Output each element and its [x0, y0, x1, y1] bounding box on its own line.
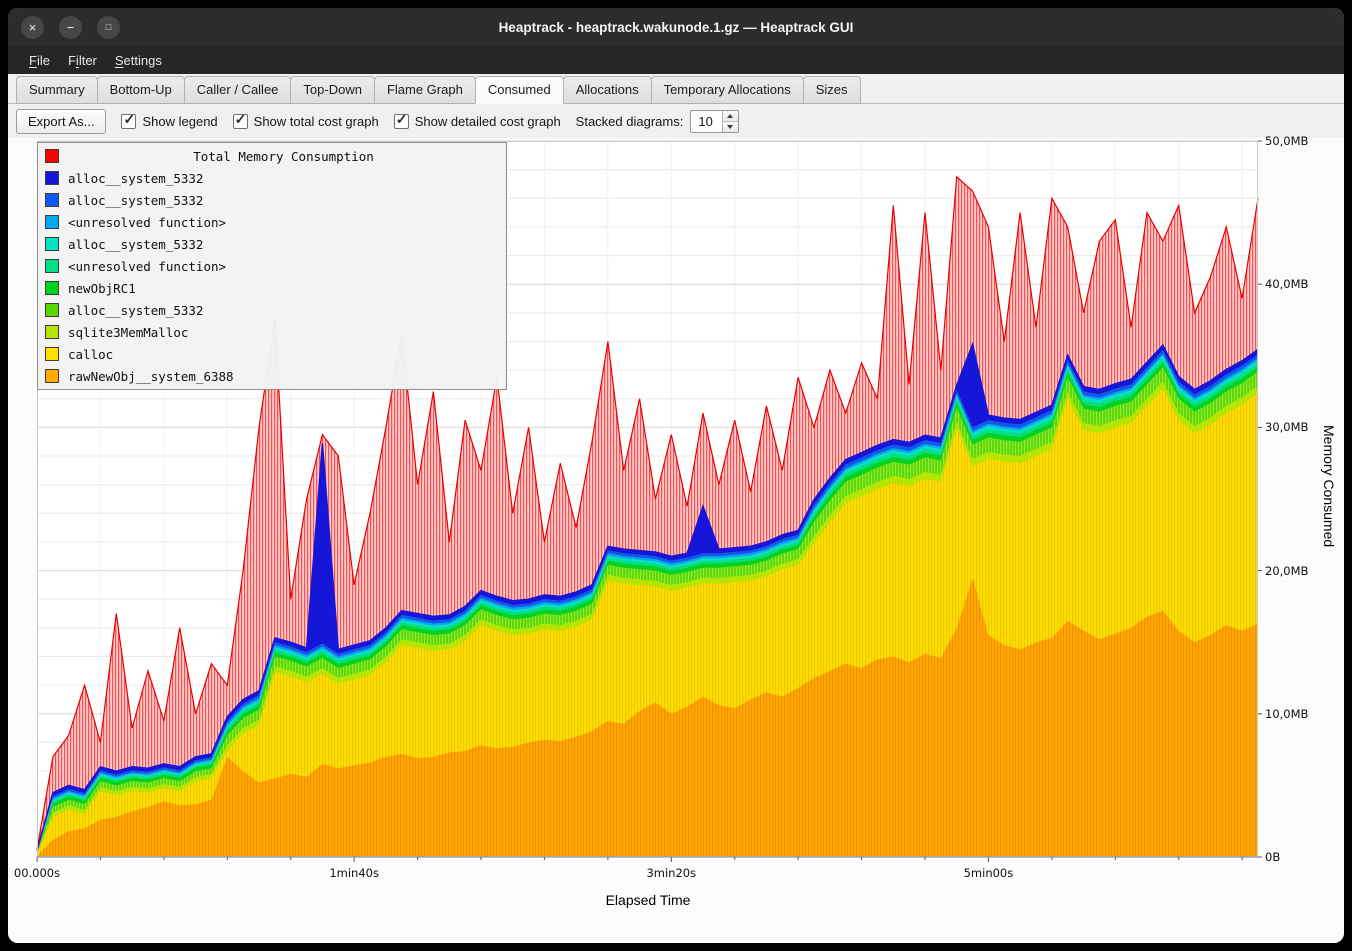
menu-settings[interactable]: Settings [106, 48, 171, 73]
tab-bottom-up[interactable]: Bottom-Up [97, 76, 185, 104]
stacked-diagrams-spinbox[interactable]: 10 [690, 110, 738, 133]
legend-label: calloc [68, 347, 113, 362]
legend-swatch [45, 171, 59, 185]
tab-sizes[interactable]: Sizes [803, 76, 861, 104]
y-tick-label: 30,0MB [1265, 420, 1308, 434]
legend-label: alloc__system_5332 [68, 303, 203, 318]
y-tick-label: 20,0MB [1265, 564, 1308, 578]
legend-label: alloc__system_5332 [68, 193, 203, 208]
legend-item: rawNewObj__system_6388 [38, 365, 506, 387]
legend-item: alloc__system_5332 [38, 189, 506, 211]
legend-swatch [45, 237, 59, 251]
x-tick-label: 1min40s [329, 866, 379, 880]
y-tick-label: 0B [1265, 850, 1280, 864]
legend-item: newObjRC1 [38, 277, 506, 299]
check-icon: ✓ [396, 111, 408, 128]
heaptrack-window: × − □ Heaptrack - heaptrack.wakunode.1.g… [8, 8, 1344, 943]
maximize-button[interactable]: □ [97, 16, 120, 39]
spinner-buttons [722, 111, 738, 132]
checkbox-label: Show total cost graph [254, 114, 379, 129]
legend-swatch [45, 325, 59, 339]
check-icon: ✓ [235, 111, 247, 128]
x-tick-label: 3min20s [646, 866, 696, 880]
checkbox-label: Show legend [142, 114, 217, 129]
legend-swatch [45, 347, 59, 361]
y-tick-label: 10,0MB [1265, 707, 1308, 721]
tab-allocations[interactable]: Allocations [563, 76, 652, 104]
minimize-icon: − [67, 21, 75, 34]
legend-label: alloc__system_5332 [68, 171, 203, 186]
tab-flame-graph[interactable]: Flame Graph [374, 76, 476, 104]
x-axis-title: Elapsed Time [606, 892, 691, 908]
stacked-diagrams-label: Stacked diagrams: [576, 114, 684, 129]
checkbox-box: ✓ [121, 114, 136, 129]
legend-label: <unresolved function> [68, 259, 226, 274]
checkbox-show-total-cost-graph[interactable]: ✓ Show total cost graph [233, 114, 379, 129]
legend-label: Total Memory Consumption [68, 149, 499, 164]
legend-title-row: Total Memory Consumption [38, 145, 506, 167]
y-tick-label: 40,0MB [1265, 277, 1308, 291]
legend-swatch [45, 303, 59, 317]
spin-up-button[interactable] [723, 111, 738, 122]
menu-file[interactable]: File [20, 48, 59, 73]
chart-legend: Total Memory Consumption alloc__system_53… [37, 142, 507, 390]
legend-item: alloc__system_5332 [38, 299, 506, 321]
checkbox-box: ✓ [394, 114, 409, 129]
tab-summary[interactable]: Summary [16, 76, 98, 104]
spin-down-button[interactable] [723, 122, 738, 132]
stacked-diagrams-value: 10 [691, 111, 721, 132]
legend-item: calloc [38, 343, 506, 365]
legend-label: newObjRC1 [68, 281, 136, 296]
legend-swatch [45, 193, 59, 207]
tab-temporary-allocations[interactable]: Temporary Allocations [651, 76, 804, 104]
legend-swatch [45, 149, 59, 163]
toolbar: Export As... ✓ Show legend ✓ Show total cos… [8, 104, 1344, 138]
legend-label: alloc__system_5332 [68, 237, 203, 252]
x-tick-label: 00.000s [14, 866, 60, 880]
legend-item: <unresolved function> [38, 211, 506, 233]
tab-bar: SummaryBottom-UpCaller / CalleeTop-DownF… [8, 74, 1344, 104]
legend-label: sqlite3MemMalloc [68, 325, 188, 340]
legend-swatch [45, 369, 59, 383]
legend-swatch [45, 259, 59, 273]
y-tick-label: 50,0MB [1265, 134, 1308, 148]
y-axis-title: Memory Consumed [1321, 425, 1337, 547]
menubar: FileFilterSettings [8, 46, 1344, 74]
up-arrow-icon [727, 114, 733, 118]
legend-item: alloc__system_5332 [38, 167, 506, 189]
checkbox-box: ✓ [233, 114, 248, 129]
tab-consumed[interactable]: Consumed [475, 76, 564, 104]
export-as-button[interactable]: Export As... [16, 109, 106, 134]
minimize-button[interactable]: − [59, 16, 82, 39]
maximize-icon: □ [106, 23, 111, 32]
close-icon: × [29, 21, 37, 34]
titlebar: × − □ Heaptrack - heaptrack.wakunode.1.g… [8, 8, 1344, 46]
legend-item: <unresolved function> [38, 255, 506, 277]
x-tick-label: 5min00s [964, 866, 1014, 880]
close-button[interactable]: × [21, 16, 44, 39]
tab-caller-callee[interactable]: Caller / Callee [184, 76, 292, 104]
checkbox-show-legend[interactable]: ✓ Show legend [121, 114, 217, 129]
legend-item: alloc__system_5332 [38, 233, 506, 255]
legend-swatch [45, 281, 59, 295]
chart-area: Total Memory Consumption alloc__system_53… [8, 138, 1344, 943]
down-arrow-icon [727, 125, 733, 129]
checkbox-show-detailed-cost-graph[interactable]: ✓ Show detailed cost graph [394, 114, 561, 129]
window-title: Heaptrack - heaptrack.wakunode.1.gz — He… [8, 20, 1344, 35]
tab-top-down[interactable]: Top-Down [290, 76, 375, 104]
legend-swatch [45, 215, 59, 229]
legend-label: <unresolved function> [68, 215, 226, 230]
legend-item: sqlite3MemMalloc [38, 321, 506, 343]
checkbox-label: Show detailed cost graph [415, 114, 561, 129]
check-icon: ✓ [123, 111, 135, 128]
window-controls: × − □ [21, 16, 120, 39]
menu-filter[interactable]: Filter [59, 48, 106, 73]
legend-label: rawNewObj__system_6388 [68, 369, 234, 384]
toolbar-checkboxes: ✓ Show legend ✓ Show total cost graph ✓ Show … [121, 114, 560, 129]
